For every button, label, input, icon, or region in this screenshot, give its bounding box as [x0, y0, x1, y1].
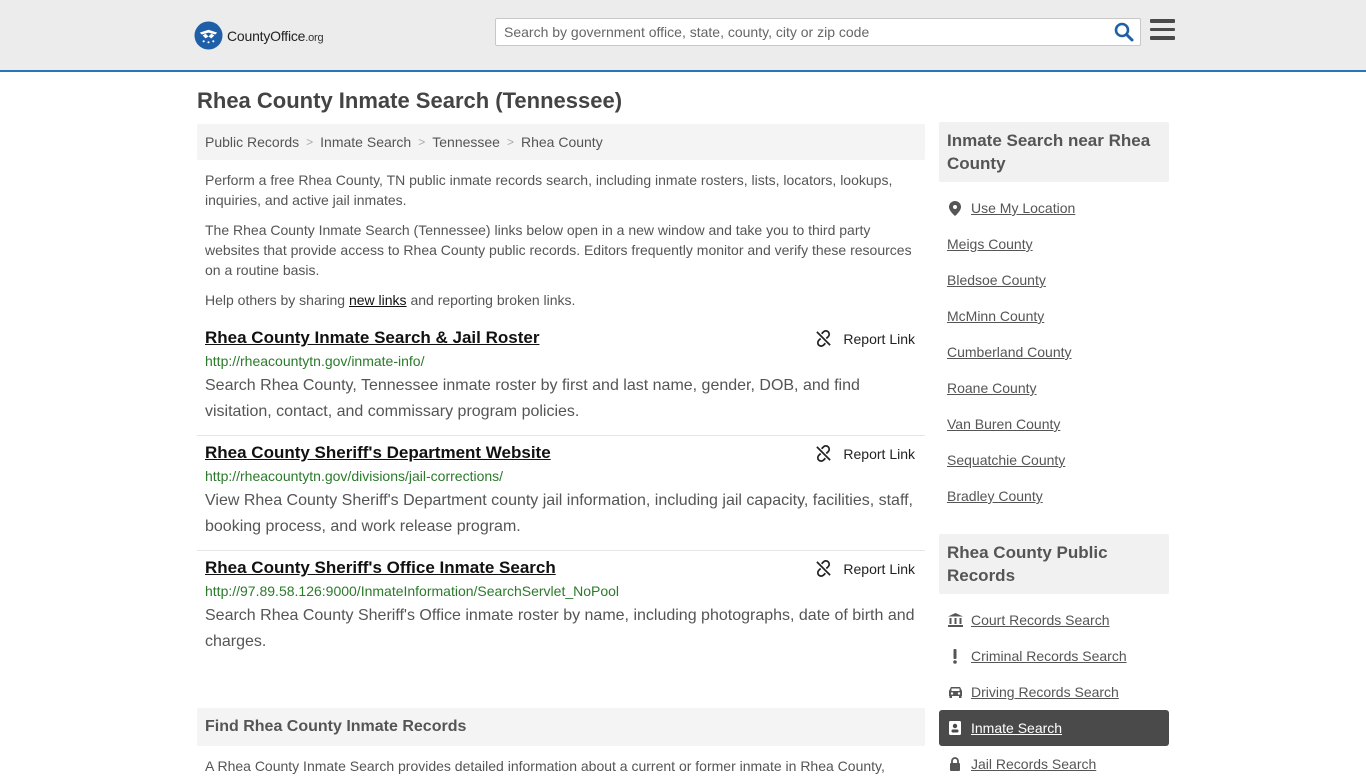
- hamburger-menu-icon[interactable]: [1150, 19, 1176, 43]
- nearby-county-link[interactable]: Van Buren County: [947, 416, 1060, 432]
- broken-link-icon: [816, 445, 832, 462]
- broken-link-icon: [816, 560, 832, 577]
- report-link-label: Report Link: [843, 445, 915, 462]
- inmate-search-item[interactable]: Inmate Search: [939, 710, 1169, 746]
- nearby-county-link[interactable]: Cumberland County: [947, 344, 1072, 360]
- nearby-county-link[interactable]: Bradley County: [947, 488, 1043, 504]
- lock-icon: [947, 756, 963, 772]
- nearby-county-item[interactable]: Van Buren County: [939, 406, 1169, 442]
- criminal-records-item[interactable]: Criminal Records Search: [939, 638, 1169, 674]
- driving-records-link[interactable]: Driving Records Search: [971, 684, 1119, 700]
- nearby-county-item[interactable]: McMinn County: [939, 298, 1169, 334]
- breadcrumb: Public Records > Inmate Search > Tenness…: [197, 124, 925, 160]
- resource-link-item: Rhea County Sheriff's Office Inmate Sear…: [197, 551, 925, 665]
- breadcrumb-rhea-county[interactable]: Rhea County: [521, 134, 603, 150]
- report-link-button[interactable]: Report Link: [815, 330, 915, 347]
- nearby-county-link[interactable]: Bledsoe County: [947, 272, 1046, 288]
- driving-records-item[interactable]: Driving Records Search: [939, 674, 1169, 710]
- report-link-button[interactable]: Report Link: [815, 560, 915, 577]
- site-logo[interactable]: CountyOffice.org: [194, 21, 324, 50]
- nearby-county-link[interactable]: Sequatchie County: [947, 452, 1065, 468]
- resource-link-title[interactable]: Rhea County Inmate Search & Jail Roster: [205, 329, 539, 347]
- nearby-heading: Inmate Search near Rhea County: [939, 122, 1169, 182]
- resource-link-item: Rhea County Inmate Search & Jail Roster …: [197, 321, 925, 436]
- resource-link-description: View Rhea County Sheriff's Department co…: [205, 492, 913, 535]
- breadcrumb-separator: >: [418, 135, 426, 149]
- page-title: Rhea County Inmate Search (Tennessee): [197, 88, 623, 113]
- breadcrumb-tennessee[interactable]: Tennessee: [432, 134, 500, 150]
- nearby-county-link[interactable]: Roane County: [947, 380, 1037, 396]
- report-link-label: Report Link: [843, 560, 915, 577]
- nearby-county-list: Use My Location Meigs County Bledsoe Cou…: [939, 190, 1169, 514]
- jail-records-item[interactable]: Jail Records Search: [939, 746, 1169, 782]
- court-records-item[interactable]: Court Records Search: [939, 602, 1169, 638]
- resource-link-description: Search Rhea County, Tennessee inmate ros…: [205, 377, 860, 420]
- breadcrumb-inmate-search[interactable]: Inmate Search: [320, 134, 411, 150]
- jail-records-link[interactable]: Jail Records Search: [971, 756, 1096, 772]
- nearby-county-item[interactable]: Roane County: [939, 370, 1169, 406]
- search-box: [495, 18, 1141, 46]
- nearby-county-item[interactable]: Cumberland County: [939, 334, 1169, 370]
- sidebar: Inmate Search near Rhea County Use My Lo…: [939, 122, 1169, 782]
- nearby-county-item[interactable]: Bledsoe County: [939, 262, 1169, 298]
- intro-text: Perform a free Rhea County, TN public in…: [197, 170, 925, 310]
- intro-paragraph-2: The Rhea County Inmate Search (Tennessee…: [205, 222, 912, 278]
- search-input[interactable]: [496, 19, 1106, 45]
- search-icon[interactable]: [1114, 22, 1134, 42]
- criminal-records-link[interactable]: Criminal Records Search: [971, 648, 1127, 664]
- breadcrumb-public-records[interactable]: Public Records: [205, 134, 299, 150]
- find-records-text: A Rhea County Inmate Search provides det…: [205, 758, 885, 774]
- use-my-location-link[interactable]: Use My Location: [971, 200, 1075, 216]
- public-records-heading: Rhea County Public Records: [939, 534, 1169, 594]
- site-header: CountyOffice.org: [0, 0, 1366, 72]
- resource-link-url[interactable]: http://rheacountytn.gov/divisions/jail-c…: [205, 468, 917, 484]
- nearby-county-item[interactable]: Bradley County: [939, 478, 1169, 514]
- resource-links: Rhea County Inmate Search & Jail Roster …: [197, 321, 925, 665]
- id-badge-icon: [947, 720, 963, 736]
- exclamation-icon: [947, 648, 963, 664]
- court-records-link[interactable]: Court Records Search: [971, 612, 1110, 628]
- main-content: Public Records > Inmate Search > Tenness…: [197, 124, 925, 776]
- breadcrumb-separator: >: [506, 135, 514, 149]
- logo-tld: .org: [305, 31, 324, 44]
- logo-seal-icon: [194, 21, 223, 50]
- resource-link-url[interactable]: http://97.89.58.126:9000/InmateInformati…: [205, 583, 917, 599]
- resource-link-url[interactable]: http://rheacountytn.gov/inmate-info/: [205, 353, 917, 369]
- nearby-county-item[interactable]: Meigs County: [939, 226, 1169, 262]
- find-records-heading: Find Rhea County Inmate Records: [197, 708, 925, 746]
- breadcrumb-separator: >: [306, 135, 314, 149]
- nearby-county-item[interactable]: Sequatchie County: [939, 442, 1169, 478]
- inmate-search-link[interactable]: Inmate Search: [971, 720, 1062, 736]
- new-links-link[interactable]: new links: [349, 292, 407, 308]
- broken-link-icon: [816, 330, 832, 347]
- location-pin-icon: [947, 200, 963, 216]
- resource-link-title[interactable]: Rhea County Sheriff's Office Inmate Sear…: [205, 559, 556, 577]
- resource-link-title[interactable]: Rhea County Sheriff's Department Website: [205, 444, 551, 462]
- resource-link-item: Rhea County Sheriff's Department Website…: [197, 436, 925, 551]
- courthouse-icon: [947, 612, 963, 628]
- resource-link-description: Search Rhea County Sheriff's Office inma…: [205, 607, 915, 650]
- public-records-list: Court Records Search Criminal Records Se…: [939, 602, 1169, 782]
- report-link-button[interactable]: Report Link: [815, 445, 915, 462]
- logo-text: CountyOffice: [227, 27, 306, 44]
- use-my-location-item[interactable]: Use My Location: [939, 190, 1169, 226]
- car-icon: [947, 684, 963, 700]
- intro-paragraph-1: Perform a free Rhea County, TN public in…: [205, 172, 893, 208]
- intro-paragraph-3: Help others by sharing new links and rep…: [205, 292, 576, 308]
- nearby-county-link[interactable]: Meigs County: [947, 236, 1033, 252]
- nearby-county-link[interactable]: McMinn County: [947, 308, 1044, 324]
- report-link-label: Report Link: [843, 330, 915, 347]
